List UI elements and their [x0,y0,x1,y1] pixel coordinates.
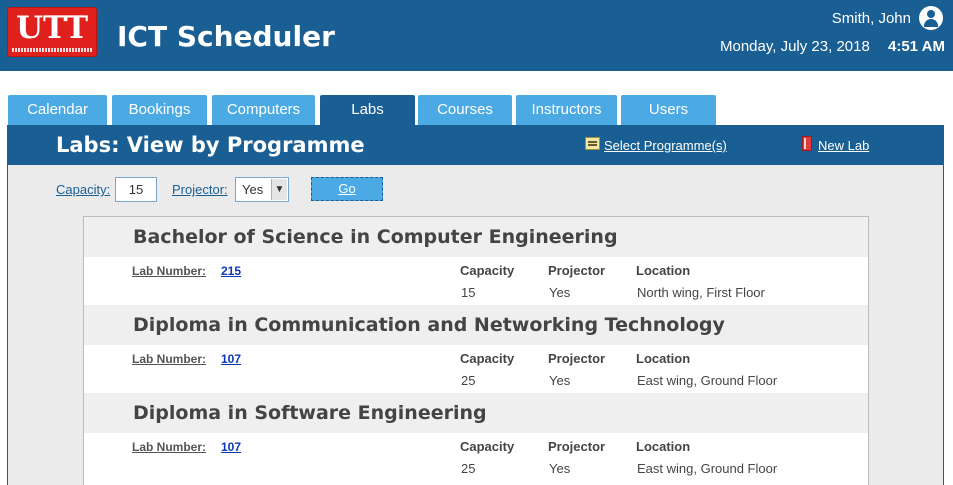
current-date: Monday, July 23, 2018 [720,38,870,55]
logo-subtext-decoration [12,48,92,52]
location-header: Location [636,351,691,366]
chevron-down-icon[interactable]: ▼ [271,179,287,200]
capacity-label-text: Capacity: [56,182,111,197]
lab-row: Lab Number: 107 Capacity Projector Locat… [84,345,868,393]
page-title: Labs: View by Programme [56,133,365,157]
location-header: Location [636,263,691,278]
lab-number-link[interactable]: 215 [221,264,241,278]
location-value: North wing, First Floor [637,285,765,300]
new-lab-icon[interactable] [802,136,812,151]
projector-select-value: Yes [242,182,264,197]
tab-instructors[interactable]: Instructors [516,95,617,125]
tab-bookings[interactable]: Bookings [112,95,207,125]
lab-row: Lab Number: 107 Capacity Projector Locat… [84,433,868,481]
lab-number-label: Lab Number: [132,352,207,366]
lab-number-label: Lab Number: [132,440,207,454]
tab-labs[interactable]: Labs [320,95,415,125]
lab-row: Lab Number: 215 Capacity Projector Locat… [84,257,868,305]
lab-number-label: Lab Number: [132,264,207,278]
projector-value: Yes [549,461,571,476]
select-programmes-link[interactable]: Select Programme(s) [604,138,727,153]
programme-heading: Bachelor of Science in Computer Engineer… [84,217,868,257]
logo-text: UTT [15,10,89,46]
user-name[interactable]: Smith, John [832,10,911,27]
go-button[interactable]: Go [311,177,383,201]
projector-value: Yes [549,285,571,300]
capacity-value: 25 [461,373,476,388]
avatar-head [927,10,935,18]
capacity-value: 15 [461,285,476,300]
capacity-header: Capacity [460,351,515,366]
projector-value: Yes [549,373,571,388]
user-avatar-icon[interactable] [919,6,943,30]
capacity-label: Capacity: [56,182,110,197]
projector-header: Projector [548,439,606,454]
lab-number-link[interactable]: 107 [221,440,241,454]
lab-number-link[interactable]: 107 [221,352,241,366]
current-time: 4:51 AM [888,38,945,55]
capacity-value: 25 [461,461,476,476]
location-value: East wing, Ground Floor [637,461,778,476]
capacity-header: Capacity [460,263,515,278]
tab-calendar[interactable]: Calendar [8,95,107,125]
projector-header: Projector [548,263,606,278]
projector-label-text: Projector: [172,182,228,197]
projector-header: Projector [548,351,606,366]
new-lab-link[interactable]: New Lab [818,138,869,153]
utt-logo[interactable]: UTT [7,7,97,57]
avatar-body [924,19,938,27]
select-programmes-icon[interactable] [585,137,600,150]
capacity-input[interactable]: 15 [115,177,157,202]
tab-computers[interactable]: Computers [212,95,315,125]
tab-users[interactable]: Users [621,95,716,125]
programme-heading: Diploma in Software Engineering [84,393,868,433]
app-title: ICT Scheduler [117,20,335,53]
programme-heading: Diploma in Communication and Networking … [84,305,868,345]
select-programmes-label: Select Programme(s) [604,138,727,153]
capacity-header: Capacity [460,439,515,454]
projector-label: Projector: [172,182,228,197]
new-lab-label: New Lab [818,138,870,153]
go-button-label: Go [338,181,356,196]
tab-courses[interactable]: Courses [418,95,512,125]
location-value: East wing, Ground Floor [637,373,778,388]
projector-select[interactable]: Yes ▼ [235,177,289,202]
location-header: Location [636,439,691,454]
